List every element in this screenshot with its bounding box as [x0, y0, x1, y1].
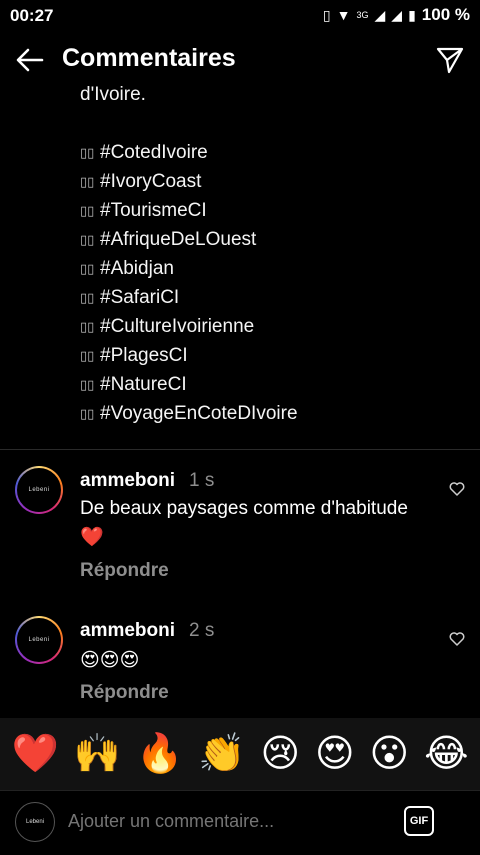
flag-icon: ▯▯ — [80, 145, 95, 161]
hashtag-text[interactable]: #NatureCI — [100, 374, 187, 395]
hashtag-line[interactable]: ▯▯ #CultureIvoirienne — [80, 312, 460, 341]
post-caption: d'Ivoire. ▯▯ #CotedIvoire ▯▯ #IvoryCoast ▯▯ #… — [80, 80, 460, 428]
comment-username[interactable]: ammeboni — [80, 470, 175, 491]
flag-icon: ▯▯ — [80, 290, 95, 306]
signal-icon: ◢ — [374, 7, 386, 23]
hashtag-line[interactable]: ▯▯ #NatureCI — [80, 370, 460, 399]
hashtag-text[interactable]: #CultureIvoirienne — [100, 316, 254, 337]
hashtag-text[interactable]: #Abidjan — [100, 258, 174, 279]
hashtag-line[interactable]: ▯▯ #PlagesCI — [80, 341, 460, 370]
reaction-emoji[interactable]: 🔥 — [136, 732, 183, 776]
reply-button[interactable]: Répondre — [80, 560, 169, 582]
status-icons: ▯ ▼ 3G ◢ ◢ ▮ 100 % — [323, 5, 470, 25]
hashtag-text[interactable]: #SafariCI — [100, 287, 179, 308]
hashtag-line[interactable]: ▯▯ #TourismeCI — [80, 196, 460, 225]
flag-icon: ▯▯ — [80, 377, 95, 393]
avatar-text: Lebeni — [17, 468, 61, 512]
flag-icon: ▯▯ — [80, 406, 95, 422]
reaction-emoji[interactable]: ❤️ — [11, 732, 58, 776]
comment-text: De beaux paysages comme d'habitude ❤️ — [80, 498, 408, 548]
quick-reaction-bar: ❤️ 🙌 🔥 👏 😢 😍 😮 😂 — [0, 718, 480, 790]
comment-time: 2 s — [189, 620, 215, 641]
comment-header: ammeboni 2 s — [80, 620, 214, 642]
reaction-emoji[interactable]: 😮 — [370, 732, 410, 776]
reaction-emoji[interactable]: 😢 — [260, 732, 300, 776]
flag-icon: ▯▯ — [80, 232, 95, 248]
avatar[interactable]: Lebeni — [15, 466, 63, 514]
gif-button[interactable]: GIF — [404, 806, 434, 836]
reply-button[interactable]: Répondre — [80, 682, 169, 704]
avatar-text: Lebeni — [17, 618, 61, 662]
reaction-emoji[interactable]: 🙌 — [74, 732, 121, 776]
back-arrow-icon[interactable] — [14, 44, 46, 76]
hashtag-text[interactable]: #TourismeCI — [100, 200, 207, 221]
comment-time: 1 s — [189, 470, 215, 491]
status-bar: 00:27 ▯ ▼ 3G ◢ ◢ ▮ 100 % — [0, 0, 480, 32]
avatar[interactable]: Lebeni — [15, 616, 63, 664]
like-heart-icon[interactable] — [448, 630, 466, 648]
reaction-emoji[interactable]: 👏 — [198, 732, 245, 776]
signal-icon-2: ◢ — [391, 7, 403, 23]
flag-icon: ▯▯ — [80, 348, 95, 364]
comment-username[interactable]: ammeboni — [80, 620, 175, 641]
hashtag-line[interactable]: ▯▯ #AfriqueDeLOuest — [80, 225, 460, 254]
flag-icon: ▯▯ — [80, 203, 95, 219]
caption-line: d'Ivoire. — [80, 84, 146, 105]
hashtag-line[interactable]: ▯▯ #IvoryCoast — [80, 167, 460, 196]
comment-text: 😍😍😍 — [80, 650, 140, 671]
hashtag-text[interactable]: #AfriqueDeLOuest — [100, 229, 256, 250]
comment-composer: Lebeni GIF — [0, 790, 480, 855]
comment-input[interactable] — [68, 811, 368, 832]
hashtag-list: ▯▯ #CotedIvoire ▯▯ #IvoryCoast ▯▯ #TourismeCI… — [80, 138, 460, 428]
hashtag-text[interactable]: #CotedIvoire — [100, 142, 208, 163]
flag-icon: ▯▯ — [80, 174, 95, 190]
hashtag-line[interactable]: ▯▯ #Abidjan — [80, 254, 460, 283]
network-type: 3G — [356, 10, 369, 20]
send-icon[interactable] — [436, 46, 464, 74]
comment-header: ammeboni 1 s — [80, 470, 214, 492]
flag-icon: ▯▯ — [80, 261, 95, 277]
hashtag-text[interactable]: #VoyageEnCoteDIvoire — [100, 403, 298, 424]
battery-level: 100 % — [421, 5, 470, 24]
hashtag-text[interactable]: #PlagesCI — [100, 345, 188, 366]
reaction-emoji[interactable]: 😍 — [315, 732, 355, 776]
hashtag-line[interactable]: ▯▯ #CotedIvoire — [80, 138, 460, 167]
reaction-emoji[interactable]: 😂 — [424, 732, 468, 776]
divider — [0, 449, 480, 450]
wifi-icon: ▼ — [336, 7, 351, 23]
flag-icon: ▯▯ — [80, 319, 95, 335]
status-time: 00:27 — [10, 6, 54, 25]
hashtag-text[interactable]: #IvoryCoast — [100, 171, 201, 192]
battery-icon: ▮ — [408, 7, 416, 23]
hashtag-line[interactable]: ▯▯ #SafariCI — [80, 283, 460, 312]
page-title: Commentaires — [62, 44, 236, 72]
vibrate-icon: ▯ — [322, 7, 331, 23]
like-heart-icon[interactable] — [448, 480, 466, 498]
avatar: Lebeni — [15, 802, 55, 842]
hashtag-line[interactable]: ▯▯ #VoyageEnCoteDIvoire — [80, 399, 460, 428]
